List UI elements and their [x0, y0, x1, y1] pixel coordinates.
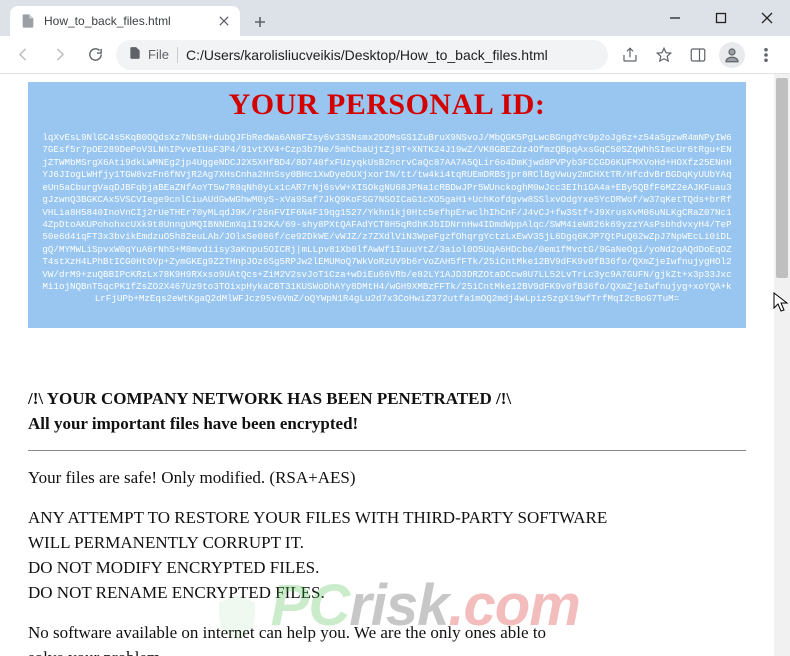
profile-button[interactable]: [716, 39, 748, 71]
menu-button[interactable]: [750, 39, 782, 71]
personal-id-value: lqXvEsL9NlGC4s5KqB0OQdsXz7NbSN+dubQJFbRe…: [42, 132, 732, 306]
warn-line-4: DO NOT RENAME ENCRYPTED FILES.: [28, 582, 746, 603]
scrollbar-thumb[interactable]: [776, 78, 788, 278]
new-tab-button[interactable]: [246, 8, 274, 36]
url-scheme-chip: File: [128, 46, 169, 63]
minimize-button[interactable]: [652, 0, 698, 36]
separator: [177, 47, 178, 63]
browser-toolbar: File C:/Users/karolisliucveikis/Desktop/…: [0, 36, 790, 74]
vertical-scrollbar[interactable]: [774, 74, 790, 656]
browser-tab[interactable]: How_to_back_files.html: [10, 6, 240, 36]
nosw-line-2: solve your problem.: [28, 647, 746, 656]
ransom-body: /!\ YOUR COMPANY NETWORK HAS BEEN PENETR…: [28, 388, 746, 656]
maximize-button[interactable]: [698, 0, 744, 36]
share-button[interactable]: [614, 39, 646, 71]
nosw-line-1: No software available on internet can he…: [28, 622, 746, 643]
file-icon: [20, 13, 36, 29]
divider: [28, 450, 746, 451]
files-safe-line: Your files are safe! Only modified. (RSA…: [28, 467, 746, 488]
tab-close-button[interactable]: [216, 13, 232, 29]
tab-strip: How_to_back_files.html: [0, 0, 652, 36]
warning-block: ANY ATTEMPT TO RESTORE YOUR FILES WITH T…: [28, 507, 746, 604]
document-icon: [128, 46, 142, 63]
url-text: C:/Users/karolisliucveikis/Desktop/How_t…: [186, 47, 548, 63]
toolbar-right: [614, 39, 782, 71]
warn-line-3: DO NOT MODIFY ENCRYPTED FILES.: [28, 557, 746, 578]
window-titlebar: How_to_back_files.html: [0, 0, 790, 36]
warn-line-1: ANY ATTEMPT TO RESTORE YOUR FILES WITH T…: [28, 507, 746, 528]
headline-encrypted: All your important files have been encry…: [28, 413, 746, 434]
window-controls: [652, 0, 790, 36]
address-bar[interactable]: File C:/Users/karolisliucveikis/Desktop/…: [116, 40, 608, 70]
tab-title: How_to_back_files.html: [44, 14, 208, 28]
back-button[interactable]: [8, 40, 38, 70]
page-viewport: YOUR PERSONAL ID: lqXvEsL9NlGC4s5KqB0OQd…: [0, 74, 790, 656]
no-software-block: No software available on internet can he…: [28, 622, 746, 656]
avatar-icon: [719, 42, 745, 68]
personal-id-card: YOUR PERSONAL ID: lqXvEsL9NlGC4s5KqB0OQd…: [28, 82, 746, 328]
personal-id-heading: YOUR PERSONAL ID:: [42, 88, 732, 122]
page-content: YOUR PERSONAL ID: lqXvEsL9NlGC4s5KqB0OQd…: [0, 74, 774, 656]
side-panel-button[interactable]: [682, 39, 714, 71]
close-window-button[interactable]: [744, 0, 790, 36]
forward-button[interactable]: [44, 40, 74, 70]
headline-penetrated: /!\ YOUR COMPANY NETWORK HAS BEEN PENETR…: [28, 388, 746, 409]
warn-line-2: WILL PERMANENTLY CORRUPT IT.: [28, 532, 746, 553]
reload-button[interactable]: [80, 40, 110, 70]
url-scheme-label: File: [148, 47, 169, 62]
bookmark-button[interactable]: [648, 39, 680, 71]
